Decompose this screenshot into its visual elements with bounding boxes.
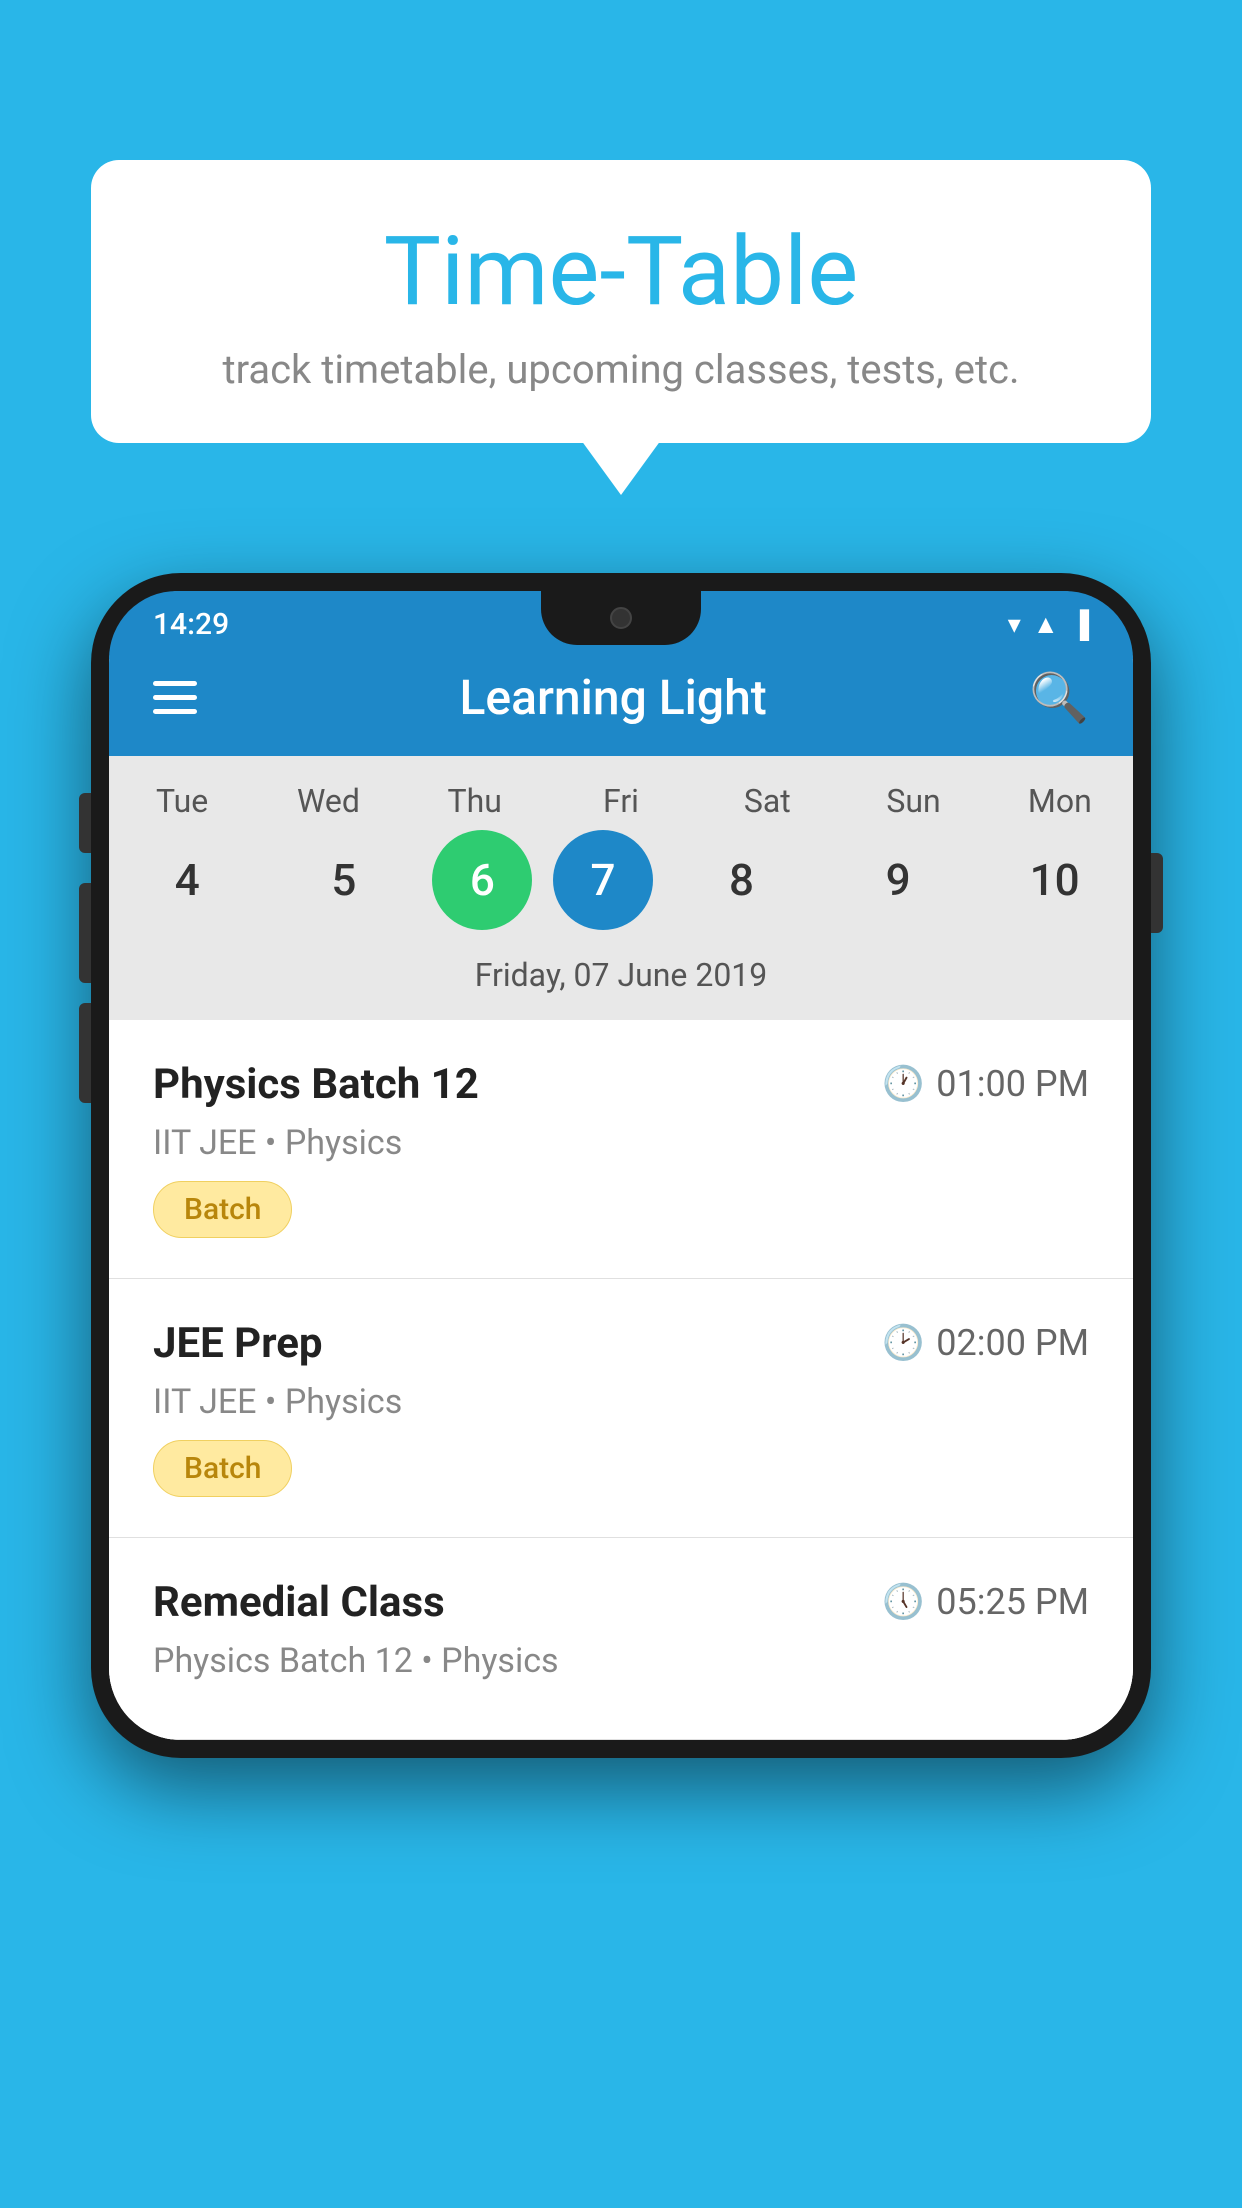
day-label-thu: Thu — [407, 782, 543, 820]
signal-icon: ▲ — [1033, 609, 1059, 640]
clock-icon: 🕔 — [882, 1582, 924, 1622]
day-10[interactable]: 10 — [987, 830, 1123, 930]
bubble-title: Time-Table — [171, 220, 1071, 326]
schedule-item[interactable]: Physics Batch 12 🕐 01:00 PM IIT JEE • Ph… — [109, 1020, 1133, 1279]
time-value: 02:00 PM — [936, 1322, 1089, 1364]
schedule-item-title: Physics Batch 12 — [153, 1060, 479, 1109]
schedule-item-time: 🕔 05:25 PM — [882, 1581, 1089, 1623]
front-camera — [610, 607, 632, 629]
time-value: 05:25 PM — [936, 1581, 1089, 1623]
hamburger-line — [153, 695, 197, 700]
schedule-item-header: Physics Batch 12 🕐 01:00 PM — [153, 1060, 1089, 1109]
clock-icon: 🕐 — [882, 1064, 924, 1104]
status-time: 14:29 — [153, 607, 229, 642]
hamburger-line — [153, 709, 197, 714]
schedule-item-subtitle: IIT JEE • Physics — [153, 1382, 1089, 1422]
wifi-icon: ▾ — [1008, 610, 1021, 640]
power-button — [1151, 853, 1163, 933]
day-label-wed: Wed — [260, 782, 396, 820]
schedule-item-time: 🕑 02:00 PM — [882, 1322, 1089, 1364]
schedule-item-title: JEE Prep — [153, 1319, 323, 1368]
volume-down-button — [79, 1003, 91, 1103]
phone-mockup: 14:29 ▾ ▲ ▐ Learning Light 🔍 — [91, 573, 1151, 1758]
day-6-today[interactable]: 6 — [432, 830, 532, 930]
day-4[interactable]: 4 — [119, 830, 255, 930]
clock-icon: 🕑 — [882, 1323, 924, 1363]
schedule-item-header: JEE Prep 🕑 02:00 PM — [153, 1319, 1089, 1368]
selected-date-label: Friday, 07 June 2019 — [109, 946, 1133, 1010]
search-button[interactable]: 🔍 — [1029, 669, 1089, 726]
day-5[interactable]: 5 — [276, 830, 412, 930]
day-headers: Tue Wed Thu Fri Sat Sun Mon — [109, 782, 1133, 830]
day-9[interactable]: 9 — [830, 830, 966, 930]
batch-badge: Batch — [153, 1440, 292, 1497]
schedule-item-time: 🕐 01:00 PM — [882, 1063, 1089, 1105]
hamburger-menu-button[interactable] — [153, 681, 197, 714]
day-label-fri: Fri — [553, 782, 689, 820]
schedule-item-header: Remedial Class 🕔 05:25 PM — [153, 1578, 1089, 1627]
phone-outer: 14:29 ▾ ▲ ▐ Learning Light 🔍 — [91, 573, 1151, 1758]
schedule-item[interactable]: JEE Prep 🕑 02:00 PM IIT JEE • Physics Ba… — [109, 1279, 1133, 1538]
calendar-strip: Tue Wed Thu Fri Sat Sun Mon 4 5 6 7 8 9 … — [109, 756, 1133, 1020]
time-value: 01:00 PM — [936, 1063, 1089, 1105]
day-7-selected[interactable]: 7 — [553, 830, 653, 930]
schedule-item[interactable]: Remedial Class 🕔 05:25 PM Physics Batch … — [109, 1538, 1133, 1740]
volume-silent-button — [79, 793, 91, 853]
schedule-item-title: Remedial Class — [153, 1578, 445, 1627]
phone-screen: Learning Light 🔍 Tue Wed Thu Fri Sat Sun… — [109, 591, 1133, 1740]
app-title: Learning Light — [459, 669, 766, 726]
battery-icon: ▐ — [1071, 609, 1089, 640]
batch-badge: Batch — [153, 1181, 292, 1238]
day-label-tue: Tue — [114, 782, 250, 820]
speech-bubble: Time-Table track timetable, upcoming cla… — [91, 160, 1151, 443]
schedule-list: Physics Batch 12 🕐 01:00 PM IIT JEE • Ph… — [109, 1020, 1133, 1740]
schedule-item-subtitle: IIT JEE • Physics — [153, 1123, 1089, 1163]
day-label-sat: Sat — [699, 782, 835, 820]
day-numbers: 4 5 6 7 8 9 10 — [109, 830, 1133, 946]
schedule-item-subtitle: Physics Batch 12 • Physics — [153, 1641, 1089, 1681]
phone-notch — [541, 591, 701, 645]
speech-bubble-area: Time-Table track timetable, upcoming cla… — [0, 0, 1242, 443]
volume-up-button — [79, 883, 91, 983]
day-8[interactable]: 8 — [674, 830, 810, 930]
day-label-mon: Mon — [992, 782, 1128, 820]
status-icons: ▾ ▲ ▐ — [1008, 609, 1089, 640]
day-label-sun: Sun — [846, 782, 982, 820]
hamburger-line — [153, 681, 197, 686]
bubble-subtitle: track timetable, upcoming classes, tests… — [171, 346, 1071, 393]
